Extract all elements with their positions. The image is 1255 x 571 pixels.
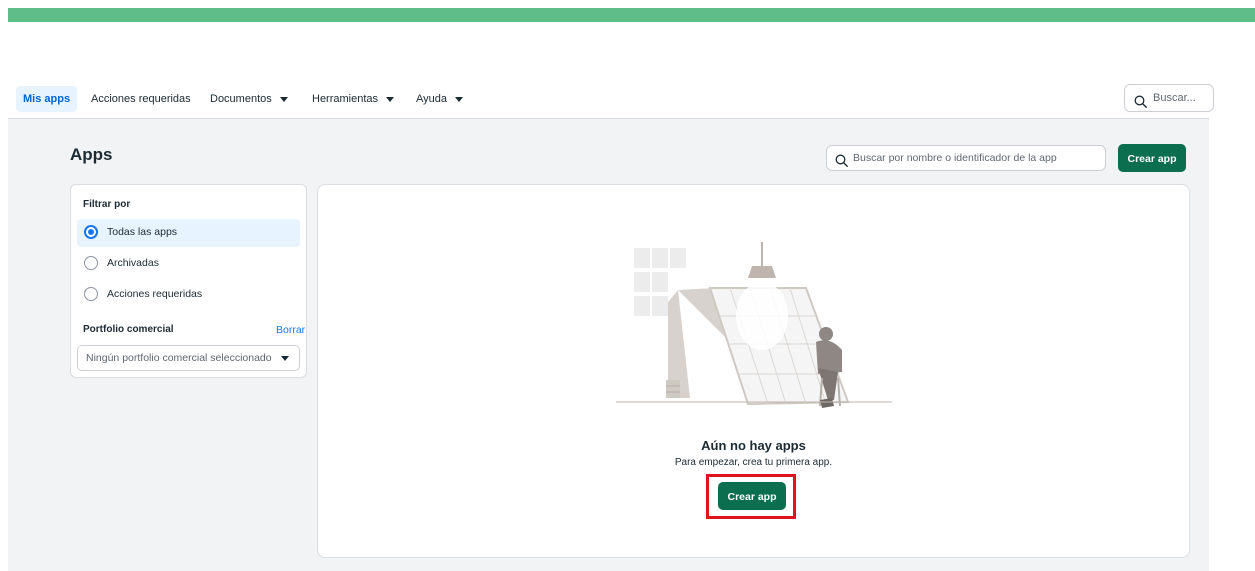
empty-state-subtitle: Para empezar, crea tu primera app. <box>674 457 833 468</box>
filter-option-todas[interactable]: Todas las apps <box>77 219 300 247</box>
top-band <box>0 0 1255 8</box>
filter-option-label: Archivadas <box>107 257 159 269</box>
nav-ayuda[interactable]: Ayuda <box>409 86 470 112</box>
nav-documentos-label: Documentos <box>210 93 272 105</box>
caret-down-icon <box>279 96 288 102</box>
caret-down-icon <box>386 96 395 102</box>
radio-icon <box>84 256 98 270</box>
nav-search-input[interactable]: Buscar... <box>1124 84 1214 112</box>
create-app-button[interactable]: Crear app <box>1118 144 1186 172</box>
nav-herramientas[interactable]: Herramientas <box>305 86 401 112</box>
nav-herramientas-label: Herramientas <box>312 93 379 105</box>
main-area: Apps Buscar por nombre o identificador d… <box>8 119 1209 571</box>
portfolio-title: Portfolio comercial <box>83 324 174 335</box>
app-search-placeholder: Buscar por nombre o identificador de la … <box>853 152 1057 164</box>
filter-option-label: Acciones requeridas <box>107 288 203 300</box>
nav-mis-apps-label: Mis apps <box>23 93 71 105</box>
clear-portfolio-link[interactable]: Borrar <box>276 324 305 336</box>
nav-documentos[interactable]: Documentos <box>203 86 295 112</box>
nav-acciones-requeridas[interactable]: Acciones requeridas <box>84 86 198 112</box>
nav-mis-apps[interactable]: Mis apps <box>16 86 78 112</box>
radio-icon <box>84 287 98 301</box>
app-search-input[interactable]: Buscar por nombre o identificador de la … <box>826 145 1106 171</box>
search-icon <box>1134 92 1147 108</box>
top-navbar: Mis apps Acciones requeridas Documentos … <box>8 80 1214 119</box>
caret-down-icon <box>281 356 289 361</box>
filter-panel: Filtrar por Todas las apps Archivadas Ac… <box>70 184 307 378</box>
top-accent-bar <box>8 8 1255 22</box>
caret-down-icon <box>455 96 463 102</box>
portfolio-select-value: Ningún portfolio comercial seleccionado <box>86 352 272 364</box>
filter-option-archivadas[interactable]: Archivadas <box>77 250 300 278</box>
nav-acciones-label: Acciones requeridas <box>91 93 191 105</box>
filter-title: Filtrar por <box>83 199 131 210</box>
page-title: Apps <box>70 145 113 164</box>
filter-option-label: Todas las apps <box>107 226 178 238</box>
nav-ayuda-label: Ayuda <box>416 93 447 105</box>
nav-search-placeholder: Buscar... <box>1153 92 1196 104</box>
empty-state-card: Aún no hay apps Para empezar, crea tu pr… <box>317 184 1190 558</box>
search-icon <box>835 152 848 167</box>
create-first-app-button[interactable]: Crear app <box>718 482 786 510</box>
filter-option-acciones[interactable]: Acciones requeridas <box>77 281 300 309</box>
radio-selected-icon <box>84 225 98 239</box>
empty-state-illustration <box>616 242 892 408</box>
empty-state-title: Aún no hay apps <box>701 438 806 453</box>
portfolio-select[interactable]: Ningún portfolio comercial seleccionado <box>77 345 300 371</box>
